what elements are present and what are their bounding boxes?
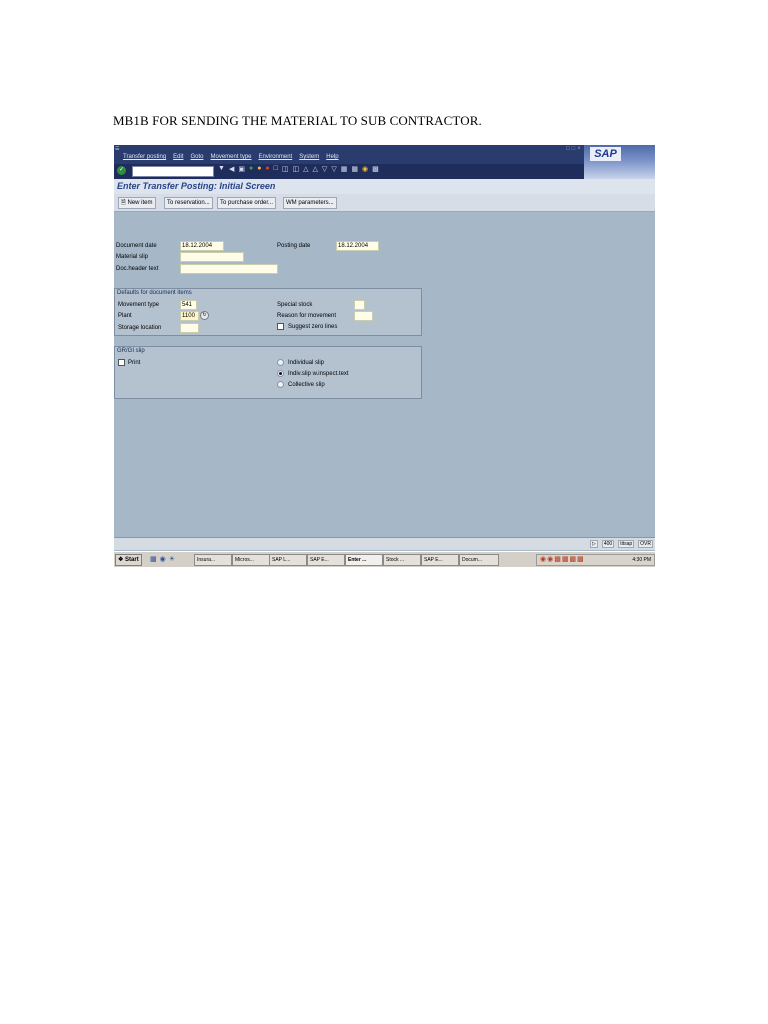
suggest-zero-lines-checkbox[interactable] xyxy=(277,323,284,330)
collective-slip-label: Collective slip xyxy=(288,382,325,388)
shortcut-icon[interactable]: ▦ xyxy=(351,165,358,173)
special-stock-field[interactable] xyxy=(354,300,365,310)
print-icon[interactable]: □ xyxy=(274,165,278,173)
start-label: Start xyxy=(125,557,139,563)
suggest-zero-lines-label: Suggest zero lines xyxy=(288,324,338,330)
back-icon[interactable]: ● xyxy=(249,165,253,173)
first-page-icon[interactable]: △ xyxy=(303,165,308,173)
menu-goto[interactable]: Goto xyxy=(190,154,203,160)
print-checkbox[interactable] xyxy=(118,359,125,366)
quick-launch-icons[interactable]: ▩◉☀ xyxy=(150,555,178,563)
indiv-slip-inspect-radio[interactable] xyxy=(277,370,284,377)
menu-system[interactable]: System xyxy=(299,154,319,160)
enter-check-icon[interactable]: ✓ xyxy=(117,166,126,175)
to-reservation-button[interactable]: To reservation... xyxy=(164,197,213,209)
task-sap-e-1[interactable]: SAP E... xyxy=(307,554,345,566)
new-item-button[interactable]: 🗎 New item xyxy=(118,197,156,209)
sap-logo: SAP xyxy=(590,147,621,161)
application-toolbar: 🗎 New item To reservation... To purchase… xyxy=(114,194,655,212)
system-menu-icon[interactable]: ☰ xyxy=(115,146,119,152)
wm-parameters-button[interactable]: WM parameters... xyxy=(283,197,337,209)
command-field[interactable] xyxy=(132,166,214,177)
status-bar: ▷ 400 titsap OVR xyxy=(114,537,655,550)
menu-movement-type[interactable]: Movement type xyxy=(211,154,252,160)
next-page-icon[interactable]: ▽ xyxy=(322,165,327,173)
layout-icon[interactable]: ▩ xyxy=(372,165,379,173)
task-sap-e-2[interactable]: SAP E... xyxy=(421,554,459,566)
help-icon[interactable]: ◉ xyxy=(362,165,368,173)
individual-slip-label: Individual slip xyxy=(288,360,325,366)
task-micros[interactable]: Micros... xyxy=(232,554,270,566)
posting-date-label: Posting date xyxy=(277,243,311,249)
status-mode[interactable]: OVR xyxy=(638,540,653,548)
task-sap-l[interactable]: SAP L... xyxy=(269,554,307,566)
indiv-slip-inspect-label: Indiv.slip w.inspect.text xyxy=(288,371,349,377)
collective-slip-radio[interactable] xyxy=(277,381,284,388)
defaults-group-caption: Defaults for document items xyxy=(117,290,192,296)
to-purchase-order-button[interactable]: To purchase order... xyxy=(217,197,277,209)
task-enter[interactable]: Enter ... xyxy=(345,554,383,566)
movement-type-label: Movement type xyxy=(118,302,160,308)
task-docum[interactable]: Docum... xyxy=(459,554,499,566)
status-server: titsap xyxy=(618,540,635,548)
find-icon[interactable]: ◫ xyxy=(282,165,289,173)
material-slip-label: Material slip xyxy=(116,254,149,260)
menu-edit[interactable]: Edit xyxy=(173,154,183,160)
reason-for-movement-label: Reason for movement xyxy=(277,313,337,319)
toolbar-icons: ▼ ◀ ▣ ● ● ● □ ◫ ◫ △ △ ▽ ▽ ▦ ▦ ◉ ▩ xyxy=(218,165,379,173)
exit-icon[interactable]: ● xyxy=(257,165,261,173)
status-client: 400 xyxy=(601,540,615,548)
doc-header-text-field[interactable] xyxy=(180,264,278,274)
standard-toolbar: ✓ ▼ ◀ ▣ ● ● ● □ ◫ ◫ △ △ ▽ ▽ ▦ ▦ ◉ ▩ xyxy=(114,164,584,179)
last-page-icon[interactable]: ▽ xyxy=(331,165,336,173)
reason-for-movement-field[interactable] xyxy=(354,311,373,321)
tray-icons[interactable]: ◉◉▩▩▩▩ xyxy=(540,555,585,565)
grgi-slip-caption: GR/GI slip xyxy=(117,348,145,354)
document-date-label: Document date xyxy=(116,243,157,249)
storage-location-field[interactable] xyxy=(180,323,199,333)
individual-slip-radio[interactable] xyxy=(277,359,284,366)
tray-clock: 4:30 PM xyxy=(632,557,651,563)
menu-items: Transfer posting Edit Goto Movement type… xyxy=(123,154,339,160)
windows-taskbar: ❖ Start ▩◉☀ Insura... Micros... SAP L...… xyxy=(114,551,655,567)
system-tray: ◉◉▩▩▩▩ 4:30 PM xyxy=(536,554,655,566)
menu-help[interactable]: Help xyxy=(326,154,338,160)
sap-screenshot: ☰ Transfer posting Edit Goto Movement ty… xyxy=(114,145,655,567)
plant-search-help-icon[interactable]: ↻ xyxy=(200,311,209,320)
doc-header-text-label: Doc.header text xyxy=(116,266,159,272)
status-expand-icon[interactable]: ▷ xyxy=(590,540,598,548)
print-label: Print xyxy=(128,360,141,366)
cancel-icon[interactable]: ● xyxy=(265,165,269,173)
menu-environment[interactable]: Environment xyxy=(259,154,293,160)
back-arrow-icon[interactable]: ◀ xyxy=(229,165,234,173)
find-next-icon[interactable]: ◫ xyxy=(293,165,300,173)
status-fields: ▷ 400 titsap OVR xyxy=(590,540,653,548)
storage-location-label: Storage location xyxy=(118,325,162,331)
new-item-label: New item xyxy=(127,200,153,206)
screen-title-bar: Enter Transfer Posting: Initial Screen xyxy=(114,179,655,194)
movement-type-field[interactable]: 541 xyxy=(180,300,197,310)
plant-field[interactable]: 1100 xyxy=(180,311,199,321)
document-heading: MB1B FOR SENDING THE MATERIAL TO SUB CON… xyxy=(113,113,482,128)
sap-menubar: ☰ Transfer posting Edit Goto Movement ty… xyxy=(114,145,655,164)
task-insura[interactable]: Insura... xyxy=(194,554,232,566)
screen-title: Enter Transfer Posting: Initial Screen xyxy=(117,181,276,191)
grgi-slip-group: GR/GI slip xyxy=(114,346,422,399)
prev-page-icon[interactable]: △ xyxy=(313,165,318,173)
task-stock[interactable]: Stock ... xyxy=(383,554,421,566)
plant-label: Plant xyxy=(118,313,132,319)
start-button[interactable]: ❖ Start xyxy=(115,554,142,566)
dropdown-icon[interactable]: ▼ xyxy=(218,165,225,173)
posting-date-field[interactable]: 18.12.2004 xyxy=(336,241,379,251)
document-date-field[interactable]: 18.12.2004 xyxy=(180,241,224,251)
save-icon[interactable]: ▣ xyxy=(238,165,245,173)
window-controls-icon[interactable]: □□× xyxy=(566,146,583,152)
menu-transfer-posting[interactable]: Transfer posting xyxy=(123,154,166,160)
special-stock-label: Special stock xyxy=(277,302,313,308)
new-session-icon[interactable]: ▦ xyxy=(341,165,348,173)
material-slip-field[interactable] xyxy=(180,252,244,262)
